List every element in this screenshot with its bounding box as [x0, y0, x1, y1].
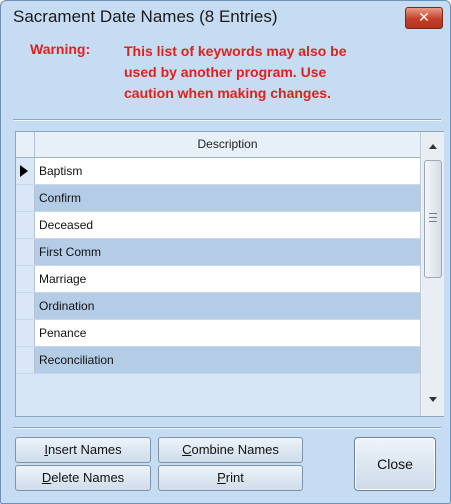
row-selector[interactable]	[16, 185, 35, 211]
description-cell[interactable]: Deceased	[35, 212, 420, 238]
row-selector[interactable]	[16, 266, 35, 292]
warning-line: caution when making changes.	[124, 85, 331, 101]
description-cell[interactable]: Marriage	[35, 266, 420, 292]
print-button[interactable]: Print	[158, 465, 303, 491]
description-cell[interactable]: First Comm	[35, 239, 420, 265]
close-window-icon[interactable]: ✕	[405, 7, 443, 29]
grip-line	[429, 217, 437, 218]
close-button[interactable]: Close	[354, 437, 436, 491]
table-row[interactable]: Marriage	[16, 266, 420, 293]
current-row-pointer-icon	[20, 165, 28, 177]
dialog-title: Sacrament Date Names (8 Entries)	[13, 7, 278, 26]
delete-names-button[interactable]: Delete Names	[15, 465, 151, 491]
table-row[interactable]: Baptism	[16, 158, 420, 185]
description-cell[interactable]: Baptism	[35, 158, 420, 184]
description-cell[interactable]: Reconciliation	[35, 347, 420, 373]
description-cell[interactable]: Penance	[35, 320, 420, 346]
warning-message: This list of keywords may also be used b…	[124, 41, 424, 104]
row-selector[interactable]	[16, 293, 35, 319]
table-row[interactable]: First Comm	[16, 239, 420, 266]
table-row[interactable]: Deceased	[16, 212, 420, 239]
table-row[interactable]: Ordination	[16, 293, 420, 320]
grid-rows: Baptism Confirm Deceased First Comm Marr…	[16, 158, 420, 374]
scroll-down-arrow-icon[interactable]	[429, 397, 437, 402]
insert-names-button[interactable]: Insert Names	[15, 437, 151, 463]
grip-line	[429, 213, 437, 214]
table-row[interactable]: Reconciliation	[16, 347, 420, 374]
scroll-thumb[interactable]	[424, 160, 442, 278]
combine-names-button[interactable]: Combine Names	[158, 437, 303, 463]
table-row[interactable]: Confirm	[16, 185, 420, 212]
dialog-window: Sacrament Date Names (8 Entries) ✕ Warni…	[0, 0, 451, 504]
names-grid: Description Baptism Confirm Deceased Fir…	[15, 131, 444, 417]
warning-line: This list of keywords may also be	[124, 43, 347, 59]
warning-line: used by another program. Use	[124, 64, 327, 80]
row-selector[interactable]	[16, 320, 35, 346]
table-row[interactable]: Penance	[16, 320, 420, 347]
divider	[13, 119, 441, 121]
description-cell[interactable]: Confirm	[35, 185, 420, 211]
row-selector[interactable]	[16, 158, 35, 184]
grid-header: Description	[16, 132, 420, 158]
scroll-up-arrow-icon[interactable]	[429, 144, 437, 149]
grip-line	[429, 221, 437, 222]
row-selector-header	[16, 132, 35, 157]
warning-label: Warning:	[30, 41, 91, 57]
vertical-scrollbar[interactable]	[420, 132, 444, 416]
description-cell[interactable]: Ordination	[35, 293, 420, 319]
row-selector[interactable]	[16, 347, 35, 373]
row-selector[interactable]	[16, 212, 35, 238]
row-selector[interactable]	[16, 239, 35, 265]
column-header-description[interactable]: Description	[35, 132, 420, 157]
divider	[13, 427, 441, 429]
